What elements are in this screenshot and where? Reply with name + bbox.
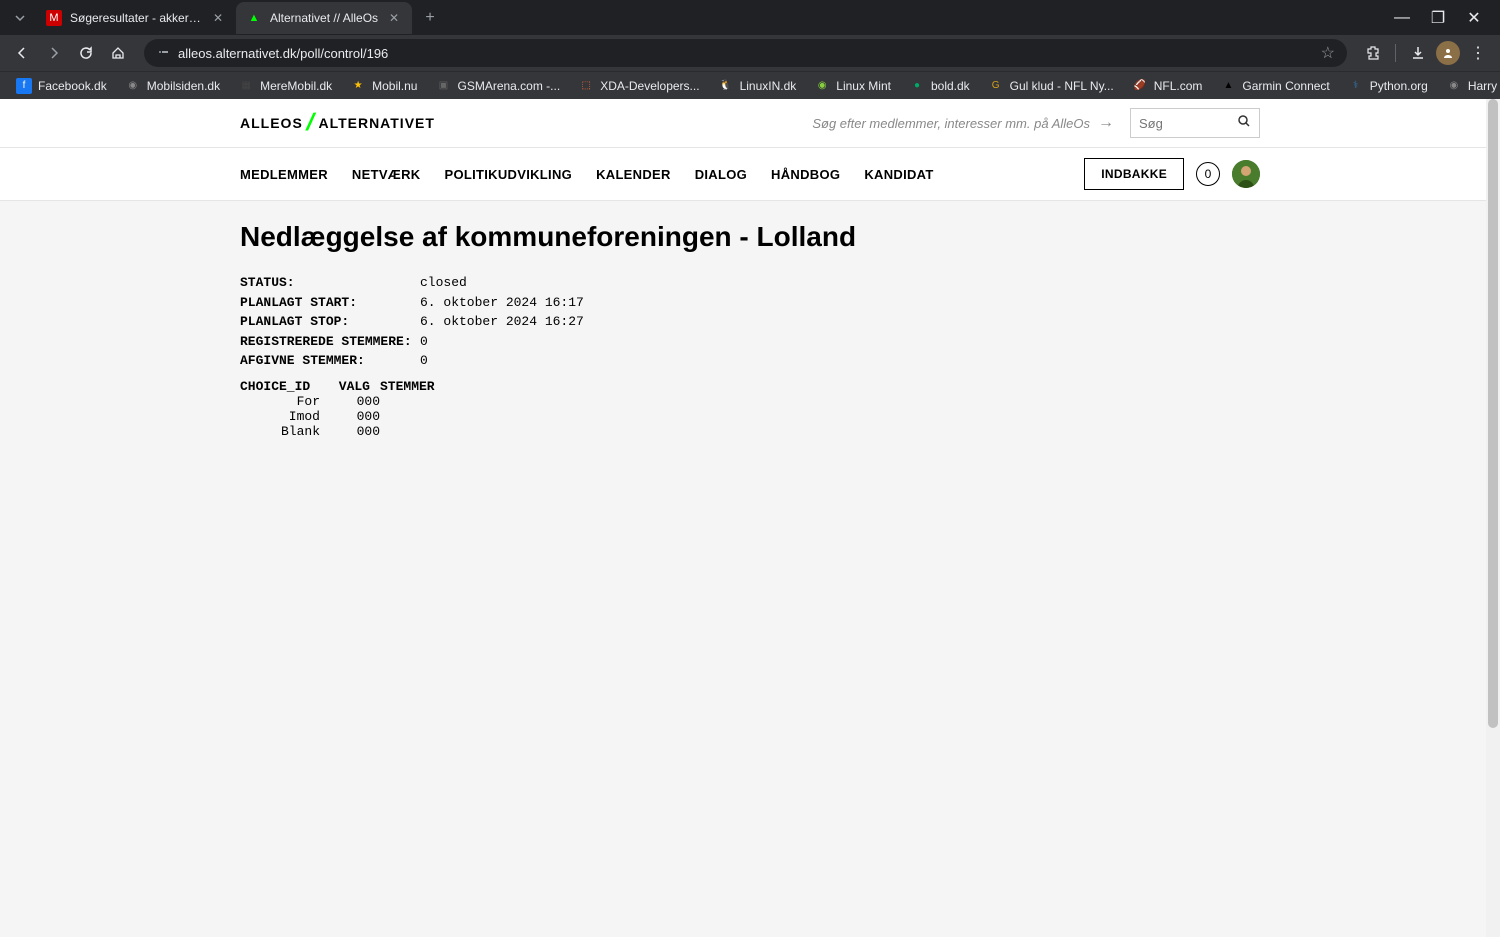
- nav-kandidat[interactable]: KANDIDAT: [864, 167, 933, 182]
- tab-favicon-icon: M: [46, 10, 62, 26]
- start-label: PLANLAGT START:: [240, 293, 420, 313]
- status-value: closed: [420, 273, 467, 293]
- nav-dialog[interactable]: DIALOG: [695, 167, 747, 182]
- home-button[interactable]: [104, 39, 132, 67]
- notification-badge[interactable]: 0: [1196, 162, 1220, 186]
- arrow-icon: →: [1098, 114, 1114, 132]
- col-stemmer: STEMMER: [380, 379, 435, 394]
- close-icon[interactable]: ✕: [210, 10, 226, 26]
- nav-politikudvikling[interactable]: POLITIKUDVIKLING: [444, 167, 572, 182]
- nav-kalender[interactable]: KALENDER: [596, 167, 671, 182]
- forward-button[interactable]: [40, 39, 68, 67]
- search-icon[interactable]: [1237, 114, 1251, 133]
- tab-bar: M Søgeresultater - akkerdk@ ✕ ▲ Alternat…: [0, 0, 1500, 35]
- tab-active[interactable]: ▲ Alternativet // AlleOs ✕: [236, 2, 412, 34]
- tab-favicon-icon: ▲: [246, 10, 262, 26]
- address-bar[interactable]: alleos.alternativet.dk/poll/control/196 …: [144, 39, 1347, 67]
- site-icon: ▦: [238, 78, 254, 94]
- back-button[interactable]: [8, 39, 36, 67]
- nav-netvaerk[interactable]: NETVÆRK: [352, 167, 421, 182]
- site-info-icon[interactable]: [156, 45, 170, 62]
- reload-button[interactable]: [72, 39, 100, 67]
- profile-icon[interactable]: [1436, 41, 1460, 65]
- tab-inactive[interactable]: M Søgeresultater - akkerdk@ ✕: [36, 2, 236, 34]
- search-box[interactable]: [1130, 108, 1260, 138]
- bookmark-item[interactable]: ●bold.dk: [901, 74, 978, 98]
- bookmark-item[interactable]: ▲Garmin Connect: [1212, 74, 1337, 98]
- avatar[interactable]: [1232, 160, 1260, 188]
- mint-icon: ◉: [814, 78, 830, 94]
- close-icon[interactable]: ✕: [386, 10, 402, 26]
- table-row: Blank 000: [240, 424, 1260, 439]
- url-text: alleos.alternativet.dk/poll/control/196: [178, 46, 1313, 61]
- nfl-icon: 🏈: [1132, 78, 1148, 94]
- bookmark-item[interactable]: ◉Harry Potter and...: [1438, 74, 1500, 98]
- given-value: 0: [420, 351, 428, 371]
- bookmark-item[interactable]: GGul klud - NFL Ny...: [980, 74, 1122, 98]
- globe-icon: ◉: [125, 78, 141, 94]
- bookmark-item[interactable]: ▦MereMobil.dk: [230, 74, 340, 98]
- extensions-icon[interactable]: [1359, 39, 1387, 67]
- minimize-icon[interactable]: —: [1388, 4, 1416, 32]
- bookmark-item[interactable]: ◉Linux Mint: [806, 74, 899, 98]
- col-choice-id: CHOICE_ID: [240, 379, 330, 394]
- tab-dropdown[interactable]: [8, 6, 32, 30]
- table-row: Imod 000: [240, 409, 1260, 424]
- indbakke-button[interactable]: INDBAKKE: [1084, 158, 1184, 190]
- new-tab-button[interactable]: +: [416, 4, 444, 32]
- reg-value: 0: [420, 332, 428, 352]
- bookmarks-bar: fFacebook.dk ◉Mobilsiden.dk ▦MereMobil.d…: [0, 71, 1500, 99]
- garmin-icon: ▲: [1220, 78, 1236, 94]
- bookmark-item[interactable]: 🐧LinuxIN.dk: [710, 74, 805, 98]
- choice-table: CHOICE_ID VALG STEMMER For 000 Imod 000 …: [240, 379, 1260, 439]
- site-icon: G: [988, 78, 1004, 94]
- tab-title: Alternativet // AlleOs: [270, 11, 378, 25]
- bookmark-item[interactable]: ▣GSMArena.com -...: [427, 74, 568, 98]
- bookmark-item[interactable]: ★Mobil.nu: [342, 74, 425, 98]
- scrollbar-thumb[interactable]: [1488, 99, 1498, 728]
- page-title: Nedlæggelse af kommuneforeningen - Lolla…: [240, 221, 1260, 253]
- globe-icon: ◉: [1446, 78, 1462, 94]
- star-icon: ★: [350, 78, 366, 94]
- bookmark-item[interactable]: 🏈NFL.com: [1124, 74, 1211, 98]
- downloads-icon[interactable]: [1404, 39, 1432, 67]
- start-value: 6. oktober 2024 16:17: [420, 293, 584, 313]
- search-input[interactable]: [1139, 116, 1237, 131]
- logo-slash-icon: /: [303, 109, 318, 137]
- poll-status-block: STATUS: closed PLANLAGT START: 6. oktobe…: [240, 273, 1260, 371]
- menu-icon[interactable]: ⋮: [1464, 39, 1492, 67]
- maximize-icon[interactable]: ❐: [1424, 4, 1452, 32]
- nav-medlemmer[interactable]: MEDLEMMER: [240, 167, 328, 182]
- tab-title: Søgeresultater - akkerdk@: [70, 11, 202, 25]
- status-label: STATUS:: [240, 273, 420, 293]
- main-nav: MEDLEMMER NETVÆRK POLITIKUDVIKLING KALEN…: [240, 167, 934, 182]
- page-content: ALLEOS / ALTERNATIVET Søg efter medlemme…: [0, 99, 1500, 937]
- bookmark-item[interactable]: ⬚XDA-Developers...: [570, 74, 707, 98]
- facebook-icon: f: [16, 78, 32, 94]
- scrollbar[interactable]: [1486, 99, 1500, 937]
- site-logo[interactable]: ALLEOS / ALTERNATIVET: [240, 109, 435, 137]
- table-row: For 000: [240, 394, 1260, 409]
- toolbar: alleos.alternativet.dk/poll/control/196 …: [0, 35, 1500, 71]
- python-icon: ⚕: [1348, 78, 1364, 94]
- nav-haandbog[interactable]: HÅNDBOG: [771, 167, 840, 182]
- site-icon: ▣: [435, 78, 451, 94]
- bookmark-item[interactable]: fFacebook.dk: [8, 74, 115, 98]
- stop-value: 6. oktober 2024 16:27: [420, 312, 584, 332]
- stop-label: PLANLAGT STOP:: [240, 312, 420, 332]
- col-valg: VALG: [320, 379, 370, 394]
- penguin-icon: 🐧: [718, 78, 734, 94]
- given-label: AFGIVNE STEMMER:: [240, 351, 420, 371]
- star-icon[interactable]: ☆: [1321, 43, 1335, 63]
- bookmark-item[interactable]: ◉Mobilsiden.dk: [117, 74, 228, 98]
- site-icon: ●: [909, 78, 925, 94]
- site-icon: ⬚: [578, 78, 594, 94]
- close-window-icon[interactable]: ✕: [1460, 4, 1488, 32]
- search-hint: Søg efter medlemmer, interesser mm. på A…: [812, 116, 1090, 131]
- reg-label: REGISTREREDE STEMMERE:: [240, 332, 420, 352]
- bookmark-item[interactable]: ⚕Python.org: [1340, 74, 1436, 98]
